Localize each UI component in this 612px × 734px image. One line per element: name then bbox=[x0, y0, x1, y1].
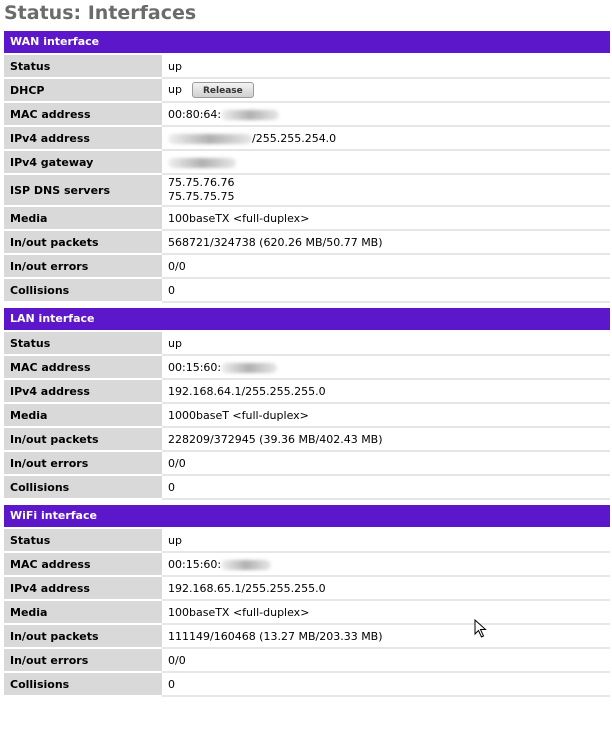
ipv4-address-value: 192.168.64.1/255.255.255.0 bbox=[162, 379, 610, 404]
status-label: Status bbox=[4, 332, 162, 356]
table-row: Status up bbox=[4, 55, 610, 79]
table-row: Status up bbox=[4, 529, 610, 553]
media-label: Media bbox=[4, 600, 162, 625]
table-row: Media 1000baseT <full-duplex> bbox=[4, 403, 610, 428]
in-out-errors-label: In/out errors bbox=[4, 451, 162, 476]
in-out-errors-value: 0/0 bbox=[162, 254, 610, 279]
in-out-errors-value: 0/0 bbox=[162, 648, 610, 673]
collisions-label: Collisions bbox=[4, 672, 162, 697]
status-value: up bbox=[162, 529, 610, 553]
collisions-value: 0 bbox=[162, 278, 610, 303]
mac-address-cell: 00:15:60: bbox=[162, 552, 610, 577]
mac-address-value: 00:80:64: bbox=[168, 107, 222, 121]
table-row: Collisions 0 bbox=[4, 672, 610, 697]
dhcp-value-cell: up Release bbox=[162, 78, 610, 103]
media-label: Media bbox=[4, 403, 162, 428]
media-value: 1000baseT <full-duplex> bbox=[162, 403, 610, 428]
release-button[interactable]: Release bbox=[191, 82, 254, 98]
wan-interface-section: WAN interface Status up DHCP up Release M… bbox=[4, 31, 610, 303]
table-row: In/out errors 0/0 bbox=[4, 451, 610, 476]
in-out-errors-label: In/out errors bbox=[4, 254, 162, 279]
ipv4-address-value: /255.255.254.0 bbox=[252, 131, 337, 145]
redacted-blur bbox=[168, 133, 252, 144]
table-row: MAC address 00:80:64: bbox=[4, 102, 610, 127]
wifi-interface-section: WiFi interface Status up MAC address 00:… bbox=[4, 505, 610, 697]
page-title: Status: Interfaces bbox=[4, 2, 197, 24]
dns-server-1: 75.75.76.76 bbox=[168, 176, 235, 189]
lan-interface-header: LAN interface bbox=[4, 308, 610, 332]
table-row: Collisions 0 bbox=[4, 278, 610, 303]
status-value: up bbox=[162, 55, 610, 79]
media-value: 100baseTX <full-duplex> bbox=[162, 600, 610, 625]
ipv4-gateway-label: IPv4 gateway bbox=[4, 150, 162, 175]
isp-dns-servers-label: ISP DNS servers bbox=[4, 174, 162, 207]
mac-address-value: 00:15:60: bbox=[168, 557, 222, 571]
redacted-blur bbox=[221, 362, 278, 373]
dns-server-2: 75.75.75.75 bbox=[168, 190, 235, 203]
wifi-interface-header: WiFi interface bbox=[4, 505, 610, 529]
lan-interface-section: LAN interface Status up MAC address 00:1… bbox=[4, 308, 610, 500]
collisions-label: Collisions bbox=[4, 475, 162, 500]
mac-address-label: MAC address bbox=[4, 355, 162, 380]
in-out-packets-label: In/out packets bbox=[4, 427, 162, 452]
in-out-packets-value: 228209/372945 (39.36 MB/402.43 MB) bbox=[162, 427, 610, 452]
table-row: IPv4 address 192.168.64.1/255.255.255.0 bbox=[4, 379, 610, 404]
table-row: IPv4 address 192.168.65.1/255.255.255.0 bbox=[4, 576, 610, 601]
wan-interface-table: Status up DHCP up Release MAC address 00:… bbox=[4, 55, 610, 303]
table-row: Media 100baseTX <full-duplex> bbox=[4, 206, 610, 231]
ipv4-address-value: 192.168.65.1/255.255.255.0 bbox=[162, 576, 610, 601]
in-out-errors-label: In/out errors bbox=[4, 648, 162, 673]
ipv4-address-label: IPv4 address bbox=[4, 576, 162, 601]
collisions-label: Collisions bbox=[4, 278, 162, 303]
mouse-pointer-icon bbox=[474, 619, 487, 638]
table-row: In/out packets 228209/372945 (39.36 MB/4… bbox=[4, 427, 610, 452]
mac-address-cell: 00:80:64: bbox=[162, 102, 610, 127]
status-label: Status bbox=[4, 55, 162, 79]
table-row: In/out errors 0/0 bbox=[4, 254, 610, 279]
media-value: 100baseTX <full-duplex> bbox=[162, 206, 610, 231]
redacted-blur bbox=[221, 559, 272, 570]
isp-dns-servers-cell: 75.75.76.76 75.75.75.75 bbox=[162, 174, 610, 207]
table-row: ISP DNS servers 75.75.76.76 75.75.75.75 bbox=[4, 174, 610, 207]
mac-address-label: MAC address bbox=[4, 102, 162, 127]
dhcp-value: up bbox=[168, 83, 182, 96]
table-row: DHCP up Release bbox=[4, 78, 610, 103]
table-row: In/out errors 0/0 bbox=[4, 648, 610, 673]
table-row: In/out packets 568721/324738 (620.26 MB/… bbox=[4, 230, 610, 255]
mac-address-label: MAC address bbox=[4, 552, 162, 577]
table-row: In/out packets 111149/160468 (13.27 MB/2… bbox=[4, 624, 610, 649]
wifi-interface-table: Status up MAC address 00:15:60: IPv4 add… bbox=[4, 529, 610, 697]
table-row: Status up bbox=[4, 332, 610, 356]
collisions-value: 0 bbox=[162, 672, 610, 697]
mac-address-cell: 00:15:60: bbox=[162, 355, 610, 380]
media-label: Media bbox=[4, 206, 162, 231]
mac-address-value: 00:15:60: bbox=[168, 360, 222, 374]
ipv4-gateway-cell bbox=[162, 150, 610, 175]
table-row: IPv4 address /255.255.254.0 bbox=[4, 126, 610, 151]
redacted-blur bbox=[221, 109, 280, 120]
ipv4-address-cell: /255.255.254.0 bbox=[162, 126, 610, 151]
in-out-packets-label: In/out packets bbox=[4, 624, 162, 649]
ipv4-address-label: IPv4 address bbox=[4, 379, 162, 404]
ipv4-address-label: IPv4 address bbox=[4, 126, 162, 151]
in-out-packets-label: In/out packets bbox=[4, 230, 162, 255]
in-out-packets-value: 568721/324738 (620.26 MB/50.77 MB) bbox=[162, 230, 610, 255]
table-row: MAC address 00:15:60: bbox=[4, 355, 610, 380]
dhcp-label: DHCP bbox=[4, 78, 162, 103]
table-row: IPv4 gateway bbox=[4, 150, 610, 175]
table-row: Collisions 0 bbox=[4, 475, 610, 500]
lan-interface-table: Status up MAC address 00:15:60: IPv4 add… bbox=[4, 332, 610, 500]
redacted-blur bbox=[168, 157, 236, 168]
in-out-errors-value: 0/0 bbox=[162, 451, 610, 476]
collisions-value: 0 bbox=[162, 475, 610, 500]
status-value: up bbox=[162, 332, 610, 356]
status-label: Status bbox=[4, 529, 162, 553]
in-out-packets-value: 111149/160468 (13.27 MB/203.33 MB) bbox=[162, 624, 610, 649]
table-row: Media 100baseTX <full-duplex> bbox=[4, 600, 610, 625]
wan-interface-header: WAN interface bbox=[4, 31, 610, 55]
table-row: MAC address 00:15:60: bbox=[4, 552, 610, 577]
